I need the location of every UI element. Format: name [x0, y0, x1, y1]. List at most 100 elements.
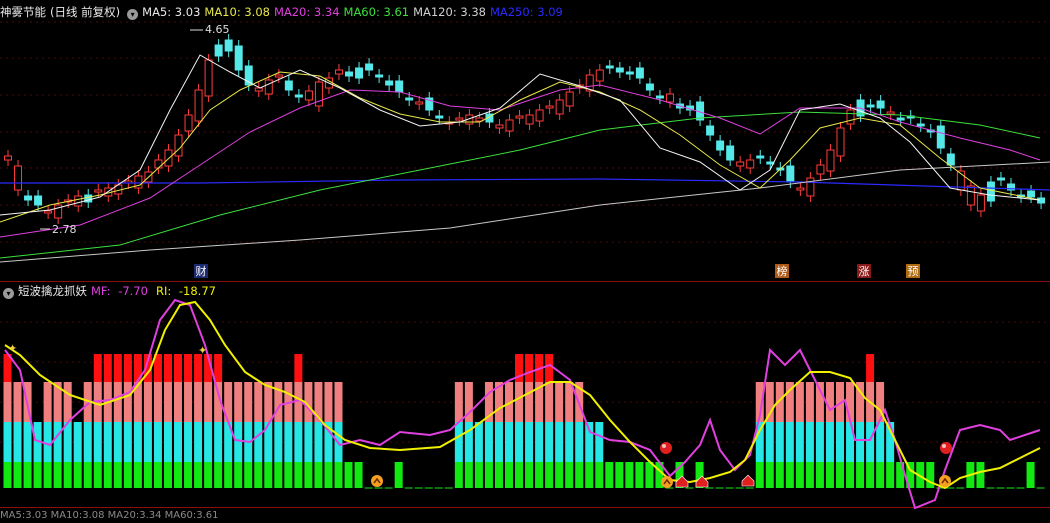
- indicator-bar: [765, 382, 774, 422]
- candle: [284, 80, 293, 91]
- indicator-bar: [535, 422, 544, 462]
- candle: [304, 90, 313, 101]
- indicator-bar: [284, 422, 293, 462]
- indicator-bar: [184, 354, 193, 382]
- candle: [976, 194, 985, 212]
- indicator-bar: [464, 462, 473, 488]
- red-ball-icon: [940, 442, 952, 454]
- indicator-bar: [184, 382, 193, 422]
- indicator-bar: [846, 462, 855, 488]
- indicator-bar: [785, 462, 794, 488]
- buy-signal-icon: [939, 475, 951, 487]
- event-marker-text-0: 财: [196, 264, 207, 278]
- candle: [665, 93, 674, 103]
- candle: [395, 80, 404, 93]
- indicator-bar: [294, 462, 303, 488]
- indicator-bar: [93, 422, 102, 462]
- candle: [274, 74, 283, 78]
- indicator-bar: [635, 462, 644, 488]
- ma250-line: [0, 178, 1050, 191]
- candle: [415, 101, 424, 105]
- indicator-bar: [876, 422, 885, 462]
- indicator-bar: [605, 462, 614, 488]
- indicator-bar: [294, 354, 303, 382]
- indicator-bar: [194, 462, 203, 488]
- indicator-bar: [254, 382, 263, 422]
- indicator-bar: [815, 422, 824, 462]
- candle: [455, 117, 464, 121]
- indicator-bar: [344, 462, 353, 488]
- bottom-status: MA5:3.03 MA10:3.08 MA20:3.34 MA60:3.61: [0, 510, 219, 521]
- candle: [264, 79, 273, 95]
- indicator-bar: [525, 382, 534, 422]
- indicator-bar: [314, 462, 323, 488]
- indicator-bar: [825, 382, 834, 422]
- indicator-bar: [545, 422, 554, 462]
- red-ball-icon: [942, 444, 946, 448]
- indicator-bar: [204, 382, 213, 422]
- chart-period: (日线 前复权): [50, 5, 121, 19]
- indicator-bar: [133, 462, 142, 488]
- stock-name: 神雾节能: [0, 5, 46, 19]
- indicator-bar: [765, 422, 774, 462]
- star-icon: ✦: [198, 344, 207, 357]
- ma-item-4: MA120: 3.38: [413, 5, 486, 19]
- indicator-bar: [174, 382, 183, 422]
- candle: [515, 115, 524, 119]
- candle: [736, 161, 745, 167]
- indicator-bar: [163, 462, 172, 488]
- indicator-bar: [73, 462, 82, 488]
- candle: [505, 119, 514, 132]
- indicator-bar: [53, 462, 62, 488]
- candle: [746, 159, 755, 169]
- indicator-bar: [43, 382, 52, 422]
- indicator-bar: [394, 462, 403, 488]
- indicator-bar: [214, 422, 223, 462]
- indicator-bar: [244, 462, 253, 488]
- stock-chart[interactable]: 4.65 2.78 财 榜 涨 预 ✦ ✦: [0, 0, 1050, 517]
- indicator-bar: [835, 422, 844, 462]
- candle: [184, 114, 193, 132]
- candle: [375, 74, 384, 78]
- candle: [655, 95, 664, 99]
- chevron-down-icon[interactable]: ▾: [3, 288, 14, 299]
- indicator-bar: [454, 462, 463, 488]
- candle: [385, 80, 394, 86]
- indicator-bar: [123, 354, 132, 382]
- candle: [334, 69, 343, 75]
- high-price-label: 4.65: [205, 23, 230, 36]
- candle: [645, 83, 654, 91]
- indicator-bar: [194, 382, 203, 422]
- event-marker-text-1: 榜: [777, 264, 788, 278]
- indicator-bar: [454, 382, 463, 422]
- candle: [846, 109, 855, 125]
- indicator-bar: [825, 462, 834, 488]
- indicator-bar: [1026, 462, 1035, 488]
- indicator-name: 短波擒龙抓妖: [18, 284, 87, 298]
- indicator-bar: [113, 354, 122, 382]
- ma-item-5: MA250: 3.09: [489, 5, 563, 19]
- indicator-bar: [625, 462, 634, 488]
- indicator-bar: [23, 422, 32, 462]
- indicator-bar: [886, 462, 895, 488]
- indicator-bar: [274, 422, 283, 462]
- indicator-bar: [224, 462, 233, 488]
- candle: [866, 104, 875, 108]
- indicator-bar: [43, 462, 52, 488]
- candle: [1027, 190, 1036, 198]
- ma-item-2: MA20: 3.34: [273, 5, 340, 19]
- indicator-bar: [505, 462, 513, 488]
- indicator-bar: [184, 462, 193, 488]
- chevron-down-icon[interactable]: ▾: [127, 9, 139, 20]
- indicator-bar: [595, 462, 604, 488]
- indicator-bar: [234, 382, 243, 422]
- indicator-bar: [575, 462, 584, 488]
- indicator-bar: [334, 382, 343, 422]
- indicator-bar: [866, 462, 875, 488]
- main-chart-header: 神雾节能 (日线 前复权) ▾ MA5: 3.03 MA10: 3.08 MA20: 3.…: [0, 3, 571, 21]
- indicator-bar: [174, 354, 183, 382]
- candle: [224, 39, 233, 52]
- indicator-bar: [314, 422, 323, 462]
- candle: [605, 65, 614, 69]
- indicator-bar: [113, 462, 122, 488]
